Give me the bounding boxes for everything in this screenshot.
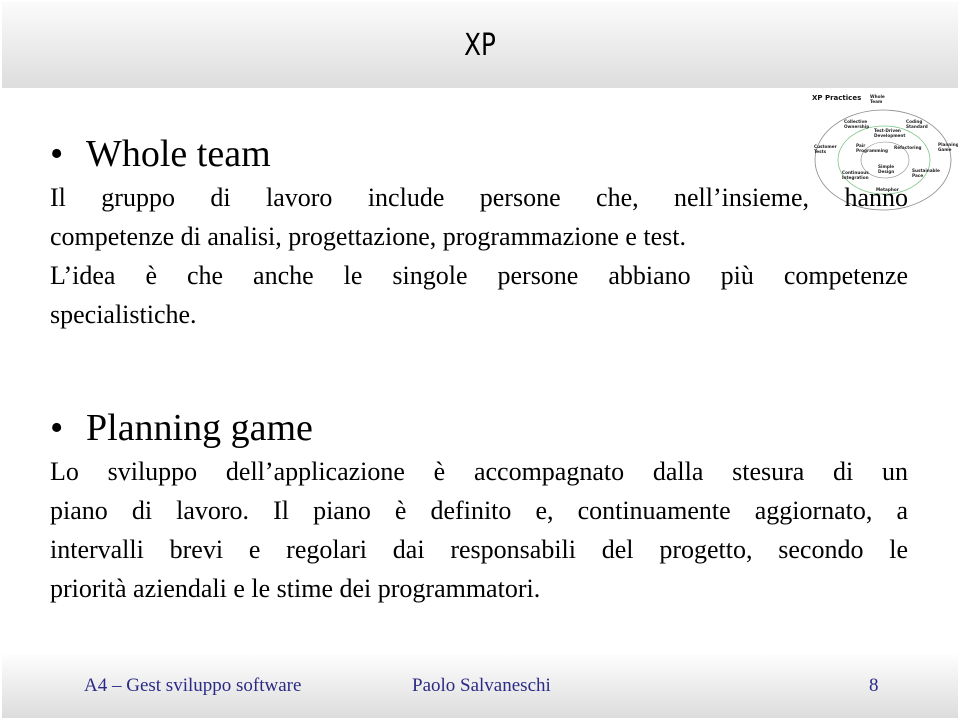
bullet-icon: • (50, 133, 64, 175)
footer-author: Paolo Salvaneschi (412, 675, 551, 696)
section-paragraph-whole-team: Il gruppo di lavoro include persone che,… (50, 178, 908, 334)
diagram-title: XP Practices (812, 94, 861, 102)
footer-page-number: 8 (869, 675, 879, 696)
paragraph-line: intervalli brevi e regolari dai responsa… (50, 535, 908, 564)
label-whole-team-2: Team (870, 99, 883, 104)
slide-footer: A4 – Gest sviluppo software Paolo Salvan… (2, 655, 958, 718)
paragraph-line: L’idea è che anche le singole persone ab… (50, 261, 908, 290)
heading-text: Planning game (86, 407, 313, 449)
paragraph-line: priorità aziendali e le stime dei progra… (50, 574, 541, 603)
paragraph-line: Il gruppo di lavoro include persone che,… (50, 183, 908, 212)
paragraph-line: competenze di analisi, progettazione, pr… (50, 222, 687, 251)
label-refactoring: Refactoring (894, 145, 922, 150)
label-coding-2: Standard (906, 124, 928, 129)
bullet-icon: • (50, 407, 64, 449)
paragraph-line: piano di lavoro. Il piano è definito e, … (50, 496, 908, 525)
slide-title: XP (464, 28, 496, 63)
paragraph-line: specialistiche. (50, 300, 197, 329)
section-heading-whole-team: • Whole team (50, 132, 271, 176)
section-paragraph-planning-game: Lo sviluppo dell’applicazione è accompag… (50, 452, 908, 608)
paragraph-line: Lo sviluppo dell’applicazione è accompag… (50, 457, 908, 486)
section-heading-planning-game: • Planning game (50, 406, 313, 450)
footer-course: A4 – Gest sviluppo software (84, 675, 302, 696)
label-pair-2: Programming (856, 148, 888, 153)
label-customer-2: Tests (814, 149, 827, 154)
label-simple-2: Design (878, 169, 894, 174)
label-tdd-2: Development (874, 133, 905, 138)
label-sustainable-2: Pace (912, 173, 923, 178)
slide-header: XP (2, 2, 958, 88)
label-collective-2: Ownership (844, 124, 869, 129)
heading-text: Whole team (86, 133, 271, 175)
label-planning-2: Game (938, 147, 952, 152)
